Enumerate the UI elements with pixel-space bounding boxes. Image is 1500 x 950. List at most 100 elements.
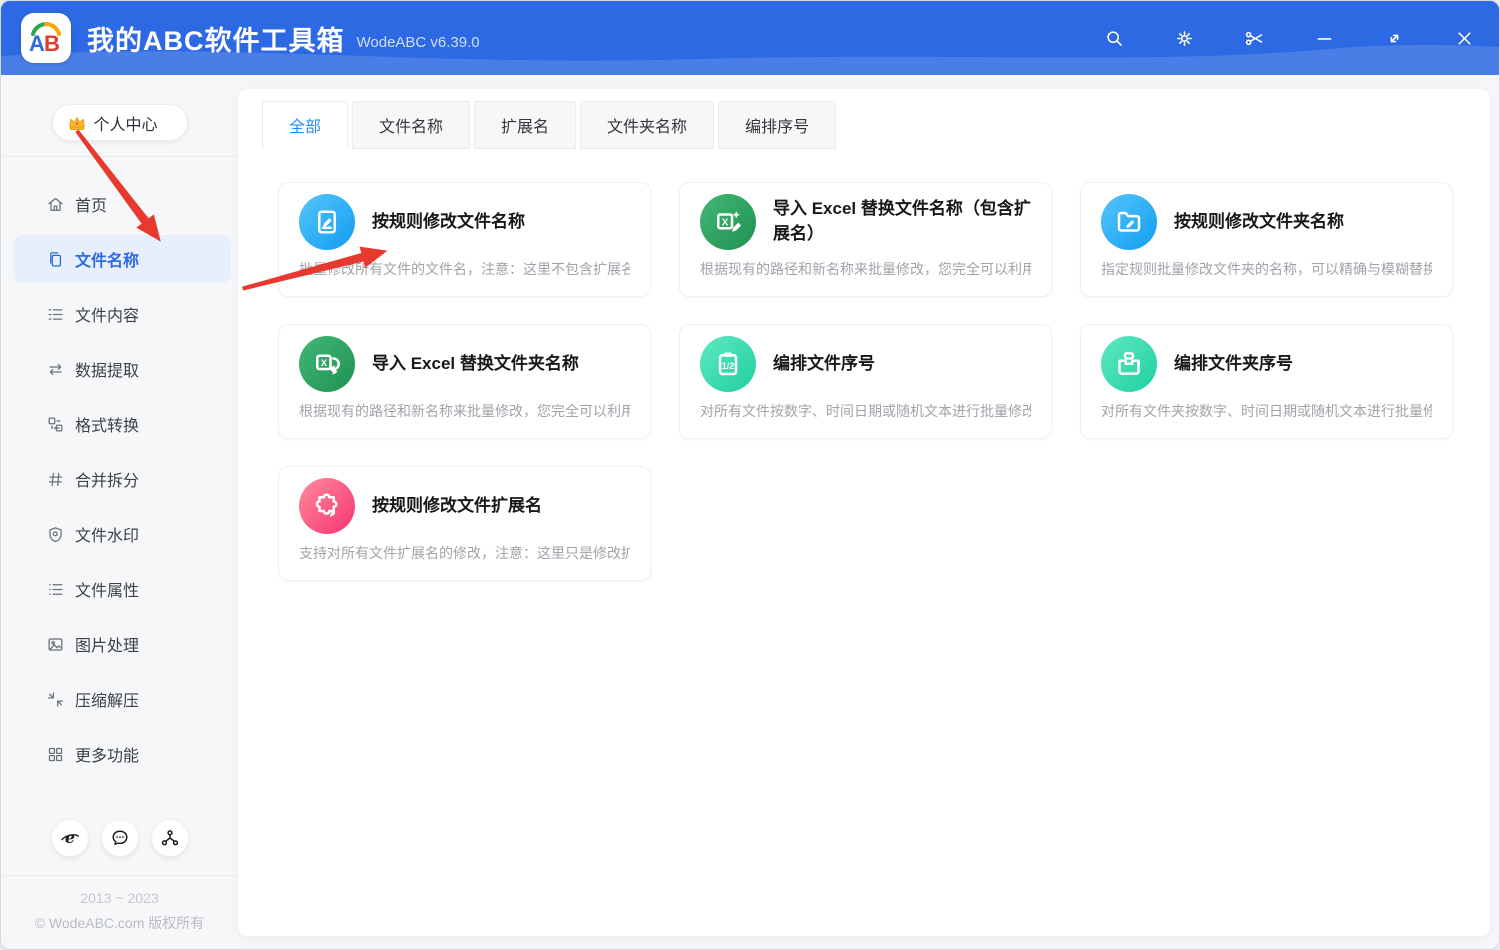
doc-edit-icon <box>299 194 355 250</box>
personal-center-button[interactable]: 个人中心 <box>52 104 188 141</box>
card-description: 对所有文件夹按数字、时间日期或随机文本进行批量修改 <box>1101 401 1432 421</box>
minimize-button[interactable] <box>1307 21 1341 55</box>
share-icon <box>159 827 181 849</box>
format-convert-icon <box>46 415 65 434</box>
close-button[interactable] <box>1447 21 1481 55</box>
file-attributes-icon <box>46 580 65 599</box>
sidebar-item-file-content[interactable]: 文件内容 <box>14 290 231 338</box>
svg-text:e: e <box>64 828 74 847</box>
folder-tray-icon <box>1101 336 1157 392</box>
sidebar-nav: 首页 文件名称 文件内容 数据提取 格式转换 合并拆分 文件水印 文件属性 图片… <box>1 180 238 785</box>
sidebar-item-file-name[interactable]: 文件名称 <box>14 235 231 283</box>
sidebar-item-more-features[interactable]: 更多功能 <box>14 730 231 778</box>
sidebar-item-label: 文件属性 <box>75 577 139 601</box>
svg-text:1/2: 1/2 <box>722 361 735 371</box>
sidebar-item-compress[interactable]: 压缩解压 <box>14 675 231 723</box>
file-watermark-icon <box>46 525 65 544</box>
sidebar-footer: 2013 ~ 2023 © WodeABC.com 版权所有 <box>1 875 238 949</box>
sidebar-item-label: 首页 <box>75 192 107 216</box>
sidebar-item-image-process[interactable]: 图片处理 <box>14 620 231 668</box>
card-title: 导入 Excel 替换文件夹名称 <box>372 352 579 377</box>
tab-4[interactable]: 编排序号 <box>718 101 836 149</box>
clipboard-number-icon: 1/2 <box>700 336 756 392</box>
card-title: 编排文件夹序号 <box>1174 352 1293 377</box>
data-extract-icon <box>46 360 65 379</box>
sidebar-item-label: 文件名称 <box>75 247 139 271</box>
sidebar-item-merge-split[interactable]: 合并拆分 <box>14 455 231 503</box>
tab-2[interactable]: 扩展名 <box>474 101 576 149</box>
minimize-icon <box>1314 28 1335 49</box>
chat-button[interactable] <box>101 819 139 857</box>
app-title: 我的ABC软件工具箱 <box>87 19 345 58</box>
close-icon <box>1454 28 1475 49</box>
sidebar-item-file-watermark[interactable]: 文件水印 <box>14 510 231 558</box>
tab-0[interactable]: 全部 <box>262 101 348 149</box>
sidebar-item-label: 文件内容 <box>75 302 139 326</box>
folder-edit-icon <box>1101 194 1157 250</box>
app-logo: A B <box>21 13 71 63</box>
card-description: 支持对所有文件扩展名的修改，注意：这里只是修改扩展名 <box>299 543 630 563</box>
share-button[interactable] <box>151 819 189 857</box>
resize-button[interactable] <box>1377 21 1411 55</box>
sidebar-social-row: e <box>1 801 238 875</box>
tab-1[interactable]: 文件名称 <box>352 101 470 149</box>
footer-years: 2013 ~ 2023 <box>1 890 238 906</box>
card-title: 按规则修改文件扩展名 <box>372 494 542 519</box>
feature-card[interactable]: 按规则修改文件夹名称 指定规则批量修改文件夹的名称，可以精确与模糊替换 <box>1080 182 1453 297</box>
crown-icon <box>66 112 88 134</box>
feature-card[interactable]: X 导入 Excel 替换文件名称（包含扩展名） 根据现有的路径和新名称来批量修… <box>679 182 1052 297</box>
feature-card[interactable]: 按规则修改文件扩展名 支持对所有文件扩展名的修改，注意：这里只是修改扩展名 <box>278 466 651 581</box>
titlebar: A B 我的ABC软件工具箱 WodeABC v6.39.0 <box>1 1 1499 75</box>
settings-gear-icon <box>1174 28 1195 49</box>
app-version: WodeABC v6.39.0 <box>357 34 480 51</box>
svg-text:X: X <box>321 358 328 369</box>
footer-copyright: © WodeABC.com 版权所有 <box>1 913 238 933</box>
feature-card-grid: 按规则修改文件名称 批量修改所有文件的文件名，注意：这里不包含扩展名 X 导入 … <box>278 182 1452 581</box>
card-description: 对所有文件按数字、时间日期或随机文本进行批量修改 <box>700 401 1031 421</box>
card-title: 按规则修改文件名称 <box>372 210 525 235</box>
sidebar-item-format-convert[interactable]: 格式转换 <box>14 400 231 448</box>
sidebar-item-file-attributes[interactable]: 文件属性 <box>14 565 231 613</box>
ie-browser-icon: e <box>59 827 81 849</box>
more-features-icon <box>46 745 65 764</box>
file-content-icon <box>46 305 65 324</box>
search-button[interactable] <box>1097 21 1131 55</box>
tab-3[interactable]: 文件夹名称 <box>580 101 714 149</box>
sidebar-item-label: 格式转换 <box>75 412 139 436</box>
svg-text:X: X <box>722 217 729 228</box>
merge-split-icon <box>46 470 65 489</box>
resize-icon <box>1384 28 1405 49</box>
image-process-icon <box>46 635 65 654</box>
card-description: 根据现有的路径和新名称来批量修改，您完全可以利用 <box>700 259 1031 279</box>
card-description: 指定规则批量修改文件夹的名称，可以精确与模糊替换 <box>1101 259 1432 279</box>
file-name-icon <box>46 250 65 269</box>
feature-card[interactable]: X 导入 Excel 替换文件夹名称 根据现有的路径和新名称来批量修改，您完全可… <box>278 324 651 439</box>
svg-text:A: A <box>29 31 45 56</box>
sidebar: 个人中心 首页 文件名称 文件内容 数据提取 格式转换 合并拆分 文件水印 文件… <box>1 75 238 949</box>
scissors-button[interactable] <box>1237 21 1271 55</box>
sidebar-item-label: 压缩解压 <box>75 687 139 711</box>
svg-text:B: B <box>44 31 60 56</box>
sidebar-item-label: 文件水印 <box>75 522 139 546</box>
ie-browser-button[interactable]: e <box>51 819 89 857</box>
excel-file-icon: X <box>700 194 756 250</box>
sidebar-divider <box>1 156 238 157</box>
card-description: 根据现有的路径和新名称来批量修改，您完全可以利用 <box>299 401 630 421</box>
feature-card[interactable]: 编排文件夹序号 对所有文件夹按数字、时间日期或随机文本进行批量修改 <box>1080 324 1453 439</box>
sidebar-item-data-extract[interactable]: 数据提取 <box>14 345 231 393</box>
feature-card[interactable]: 按规则修改文件名称 批量修改所有文件的文件名，注意：这里不包含扩展名 <box>278 182 651 297</box>
compress-icon <box>46 690 65 709</box>
settings-gear-button[interactable] <box>1167 21 1201 55</box>
card-title: 按规则修改文件夹名称 <box>1174 210 1344 235</box>
category-tabs: 全部文件名称扩展名文件夹名称编排序号 <box>262 101 1466 149</box>
scissors-icon <box>1244 28 1265 49</box>
sidebar-item-home[interactable]: 首页 <box>14 180 231 228</box>
personal-center-label: 个人中心 <box>94 111 158 135</box>
app-window: A B 我的ABC软件工具箱 WodeABC v6.39.0 个人中心 首页 <box>0 0 1500 950</box>
feature-card[interactable]: 1/2 编排文件序号 对所有文件按数字、时间日期或随机文本进行批量修改 <box>679 324 1052 439</box>
sidebar-item-label: 图片处理 <box>75 632 139 656</box>
search-icon <box>1104 28 1125 49</box>
card-title: 编排文件序号 <box>773 352 875 377</box>
puzzle-edit-icon <box>299 478 355 534</box>
card-title: 导入 Excel 替换文件名称（包含扩展名） <box>773 197 1031 246</box>
